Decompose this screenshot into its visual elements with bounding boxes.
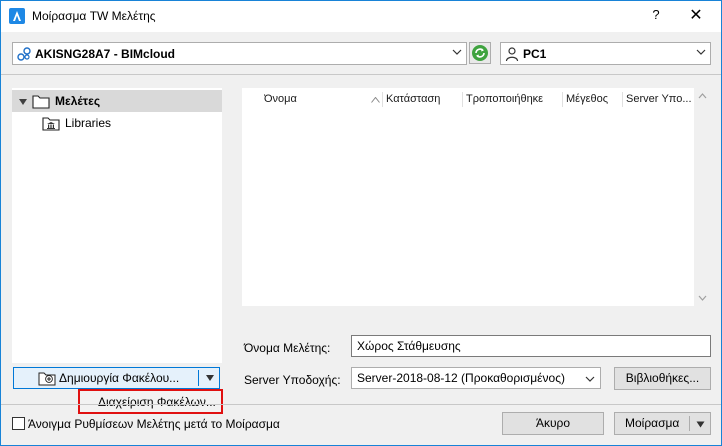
column-name[interactable]: Όνομα: [264, 93, 364, 105]
share-button-label: Μοίρασμα: [625, 416, 680, 430]
new-folder-icon: [38, 372, 56, 386]
help-button[interactable]: ?: [648, 7, 664, 25]
list-vertical-scrollbar[interactable]: [694, 88, 711, 306]
tree-item-libraries[interactable]: Libraries: [12, 112, 222, 134]
column-divider: [462, 92, 463, 107]
host-server-select[interactable]: Server-2018-08-12 (Προκαθορισμένος): [351, 367, 601, 389]
folder-popup-menu: Διαχείριση Φακέλων...: [78, 389, 223, 414]
manage-folders-menu-item[interactable]: Διαχείριση Φακέλων...: [98, 395, 216, 409]
top-separator: [1, 74, 721, 75]
chevron-down-icon: [696, 49, 706, 55]
project-list[interactable]: Όνομα Κατάσταση Τροποποιήθηκε Μέγεθος Se…: [242, 88, 711, 306]
server-combo-value: AKISNG28A7 - BIMcloud: [35, 47, 176, 61]
column-size[interactable]: Μέγεθος: [566, 93, 622, 105]
window-title: Μοίρασμα TW Μελέτης: [32, 9, 156, 23]
close-button[interactable]: ✕: [684, 5, 708, 27]
server-combo[interactable]: AKISNG28A7 - BIMcloud: [12, 42, 467, 65]
create-folder-split-button[interactable]: Δημιουργία Φακέλου...: [13, 367, 220, 389]
tree-item-label: Libraries: [65, 116, 112, 130]
host-server-value: Server-2018-08-12 (Προκαθορισμένος): [357, 371, 565, 385]
open-settings-label[interactable]: Άνοιγμα Ρυθμίσεων Μελέτης μετά το Μοίρασ…: [28, 417, 280, 431]
share-teamwork-dialog: Μοίρασμα TW Μελέτης ? ✕ AKISNG28A7 - BIM…: [0, 0, 722, 446]
column-status[interactable]: Κατάσταση: [386, 93, 462, 105]
open-settings-checkbox[interactable]: [12, 417, 25, 430]
split-divider: [198, 370, 199, 386]
cancel-button[interactable]: Άκυρο: [502, 412, 604, 435]
user-icon: [505, 47, 519, 62]
list-header: Όνομα Κατάσταση Τροποποιήθηκε Μέγεθος Se…: [242, 88, 694, 110]
dropdown-arrow-icon[interactable]: [696, 421, 705, 428]
create-folder-label: Δημιουργία Φακέλου...: [59, 371, 180, 385]
archicad-app-icon: [9, 8, 25, 24]
folder-tree[interactable]: Μελέτες Libraries: [12, 88, 222, 363]
column-modified[interactable]: Τροποποιήθηκε: [466, 93, 560, 105]
column-divider: [382, 92, 383, 107]
user-combo[interactable]: PC1: [500, 42, 711, 65]
scroll-down-icon[interactable]: [694, 289, 711, 306]
bimcloud-server-icon: [17, 47, 31, 61]
dropdown-arrow-icon[interactable]: [205, 374, 215, 382]
library-folder-icon: [42, 117, 60, 131]
libraries-button[interactable]: Βιβλιοθήκες...: [614, 367, 711, 390]
column-host-server[interactable]: Server Υπο...: [626, 93, 692, 105]
folder-icon: [32, 95, 50, 109]
bottom-separator: [1, 404, 721, 405]
project-name-input[interactable]: Χώρος Στάθμευσης: [351, 335, 711, 357]
user-combo-value: PC1: [523, 47, 547, 61]
share-split-button[interactable]: Μοίρασμα: [614, 412, 711, 435]
expanded-triangle-icon: [19, 99, 27, 105]
split-divider: [689, 416, 690, 431]
refresh-icon: [472, 45, 488, 61]
chevron-down-icon: [585, 376, 595, 382]
column-divider: [562, 92, 563, 107]
tree-item-label: Μελέτες: [55, 94, 101, 108]
title-bar: Μοίρασμα TW Μελέτης ? ✕: [1, 1, 721, 32]
column-divider: [622, 92, 623, 107]
host-server-label: Server Υποδοχής:: [244, 373, 341, 387]
project-name-label: Όνομα Μελέτης:: [244, 341, 331, 355]
scroll-up-icon[interactable]: [694, 88, 711, 105]
chevron-down-icon: [452, 49, 462, 55]
refresh-button[interactable]: [469, 42, 491, 64]
tree-item-projects[interactable]: Μελέτες: [12, 90, 222, 112]
sort-ascending-icon: [371, 97, 380, 103]
